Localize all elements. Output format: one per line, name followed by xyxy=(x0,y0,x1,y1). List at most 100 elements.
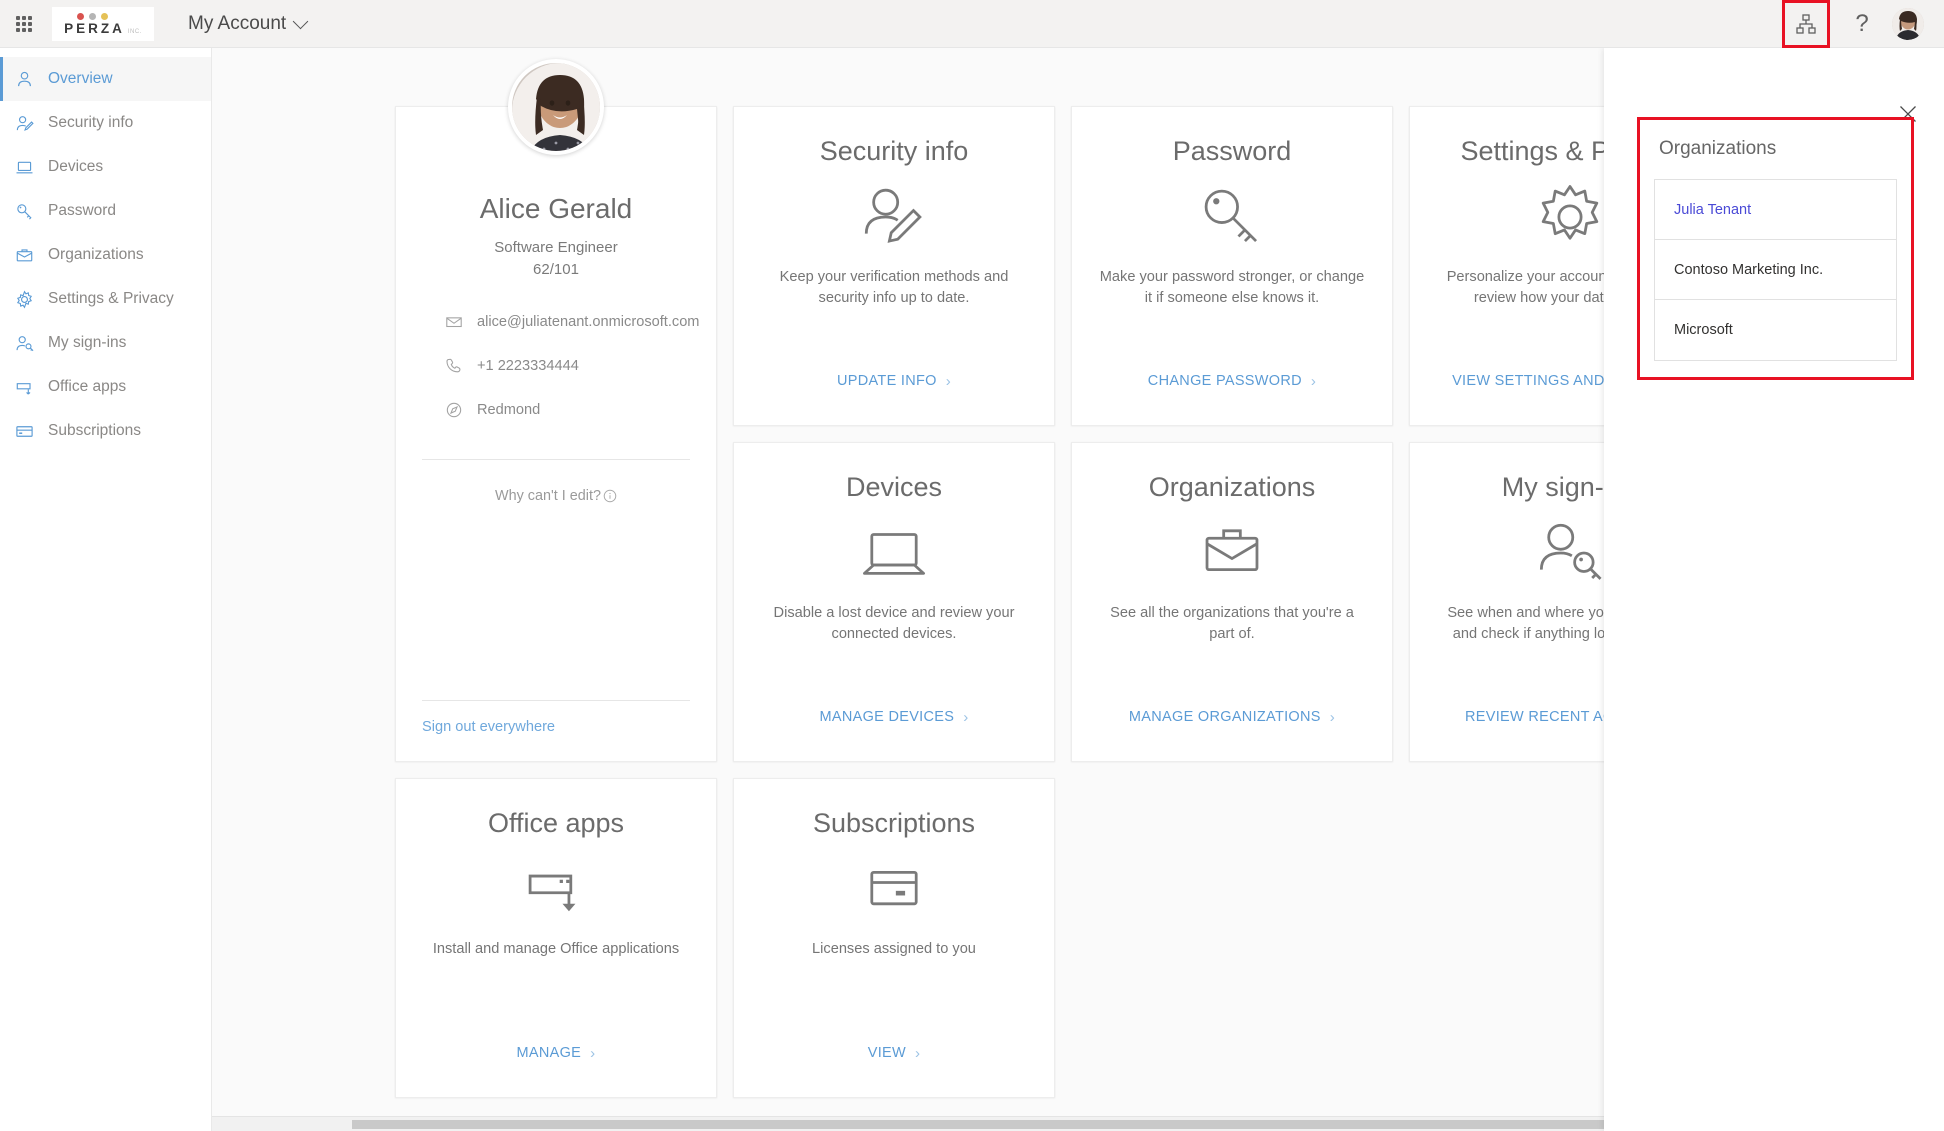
brand-logo-dots xyxy=(76,13,108,21)
profile-location: Redmond xyxy=(477,402,541,418)
chevron-right-icon: › xyxy=(590,1044,596,1062)
brand-name: PERZA xyxy=(64,21,125,37)
card-title: Office apps xyxy=(487,808,625,838)
sidebar-item-label: Office apps xyxy=(48,378,127,395)
organizations-list: Julia Tenant Contoso Marketing Inc. Micr… xyxy=(1654,179,1897,361)
profile-location-row: Redmond xyxy=(444,401,690,420)
card-link-label: VIEW xyxy=(867,1045,906,1061)
person-icon xyxy=(14,69,35,90)
top-header: PERZA INC. My Account ? xyxy=(0,0,1944,48)
profile-email: alice@juliatenant.onmicrosoft.com xyxy=(477,314,700,330)
sidebar-item-overview[interactable]: Overview xyxy=(0,57,211,101)
card-link-label: CHANGE PASSWORD xyxy=(1147,373,1302,389)
card-devices[interactable]: Devices Disable a lost device and review… xyxy=(733,442,1055,762)
sidebar-item-subscriptions[interactable]: Subscriptions xyxy=(0,409,211,453)
chevron-right-icon: › xyxy=(1310,372,1317,390)
card-link-manage-devices[interactable]: MANAGE DEVICES › xyxy=(819,709,968,725)
profile-email-row: alice@juliatenant.onmicrosoft.com xyxy=(444,313,699,332)
account-menu-button[interactable]: My Account xyxy=(188,12,309,35)
profile-contact-list: alice@juliatenant.onmicrosoft.com +1 222… xyxy=(422,313,699,445)
location-compass-icon xyxy=(444,401,463,420)
sidebar-item-my-sign-ins[interactable]: My sign-ins xyxy=(0,321,211,365)
sidebar-item-label: Settings & Privacy xyxy=(48,290,174,307)
briefcase-icon xyxy=(1195,507,1269,599)
card-description: See all the organizations that you're a … xyxy=(1110,604,1354,642)
organizations-highlight-box: Organizations Julia Tenant Contoso Marke… xyxy=(1637,117,1914,380)
profile-job-title: Software Engineer xyxy=(494,239,618,256)
credit-card-icon xyxy=(14,421,35,442)
card-title: Password xyxy=(1172,136,1292,166)
card-organizations[interactable]: Organizations See all the organizations … xyxy=(1071,442,1393,762)
why-cant-i-edit-link[interactable]: Why can't I edit? xyxy=(422,488,690,504)
card-link-label: MANAGE ORGANIZATIONS xyxy=(1128,709,1321,725)
sidebar-item-office-apps[interactable]: Office apps xyxy=(0,365,211,409)
profile-signout-block: Sign out everywhere xyxy=(422,686,690,761)
organizations-flyout-panel: Organizations Julia Tenant Contoso Marke… xyxy=(1604,48,1944,1131)
card-description: Make your password stronger, or change i… xyxy=(1099,268,1365,306)
sidebar-item-password[interactable]: Password xyxy=(0,189,211,233)
card-link-label: MANAGE xyxy=(516,1045,582,1061)
card-subscriptions[interactable]: Subscriptions Licenses assigned to you V… xyxy=(733,778,1055,1098)
avatar xyxy=(1892,7,1924,40)
card-description: Keep your verification methods and secur… xyxy=(779,268,1009,306)
credit-card-icon xyxy=(857,843,931,935)
brand-suffix: INC. xyxy=(127,29,142,36)
card-description: Licenses assigned to you xyxy=(812,940,976,957)
question-mark-icon: ? xyxy=(1855,9,1869,37)
org-switcher-button[interactable] xyxy=(1782,0,1830,48)
sidebar-item-label: Password xyxy=(48,202,117,219)
laptop-icon xyxy=(857,507,931,599)
help-button[interactable]: ? xyxy=(1838,0,1886,48)
card-link-manage-office-apps[interactable]: MANAGE › xyxy=(517,1045,596,1061)
sidebar-item-label: Organizations xyxy=(48,246,144,263)
why-cant-i-edit-label: Why can't I edit? xyxy=(495,487,601,504)
laptop-icon xyxy=(14,157,35,178)
organizations-panel-title: Organizations xyxy=(1659,138,1777,159)
key-icon xyxy=(1195,171,1269,263)
sidebar-item-settings-privacy[interactable]: Settings & Privacy xyxy=(0,277,211,321)
sidebar-item-label: Subscriptions xyxy=(48,422,142,439)
person-key-icon xyxy=(1533,507,1607,599)
card-description: Disable a lost device and review your co… xyxy=(773,604,1015,642)
mail-icon xyxy=(444,313,463,332)
card-title: Devices xyxy=(845,472,943,502)
card-password[interactable]: Password Make your password stronger, or… xyxy=(1071,106,1393,426)
phone-icon xyxy=(444,357,463,376)
profile-card: Alice Gerald Software Engineer 62/101 al… xyxy=(395,59,717,762)
card-title: Security info xyxy=(819,136,969,166)
chevron-right-icon: › xyxy=(963,708,969,726)
profile-avatar xyxy=(508,59,604,155)
user-avatar-button[interactable] xyxy=(1886,0,1930,48)
sidebar-item-organizations[interactable]: Organizations xyxy=(0,233,211,277)
card-description: Install and manage Office applications xyxy=(432,940,680,957)
organization-row-contoso-marketing[interactable]: Contoso Marketing Inc. xyxy=(1655,240,1896,300)
sign-out-everywhere-link[interactable]: Sign out everywhere xyxy=(422,701,690,735)
person-edit-icon xyxy=(14,113,35,134)
gear-icon xyxy=(14,289,35,310)
card-link-manage-organizations[interactable]: MANAGE ORGANIZATIONS › xyxy=(1129,709,1335,725)
profile-phone: +1 2223334444 xyxy=(477,358,579,374)
brand-logo[interactable]: PERZA INC. xyxy=(52,6,154,41)
app-launcher-button[interactable] xyxy=(0,0,48,48)
profile-divider-top xyxy=(422,458,690,460)
office-download-icon xyxy=(14,377,35,398)
card-link-change-password[interactable]: CHANGE PASSWORD › xyxy=(1148,373,1316,389)
profile-phone-row: +1 2223334444 xyxy=(444,357,690,376)
brand-logo-wordmark: PERZA INC. xyxy=(64,22,142,36)
card-link-label: MANAGE DEVICES xyxy=(819,709,955,725)
chevron-right-icon: › xyxy=(1329,708,1336,726)
card-link-update-info[interactable]: UPDATE INFO › xyxy=(837,373,951,389)
organization-row-julia-tenant[interactable]: Julia Tenant xyxy=(1655,180,1896,240)
account-menu-label: My Account xyxy=(188,12,287,34)
organization-row-microsoft[interactable]: Microsoft xyxy=(1655,300,1896,360)
sidebar-item-devices[interactable]: Devices xyxy=(0,145,211,189)
sidebar-item-security-info[interactable]: Security info xyxy=(0,101,211,145)
chevron-down-icon xyxy=(292,13,309,29)
sidebar-item-label: Devices xyxy=(48,158,104,175)
card-link-label: UPDATE INFO xyxy=(837,373,937,389)
card-security-info[interactable]: Security info Keep your verification met… xyxy=(733,106,1055,426)
card-link-view-subscriptions[interactable]: VIEW › xyxy=(868,1045,921,1061)
scrollbar-thumb[interactable] xyxy=(352,1120,1682,1129)
gear-icon xyxy=(1533,171,1607,263)
card-office-apps[interactable]: Office apps Install and manage Office ap… xyxy=(395,778,717,1098)
